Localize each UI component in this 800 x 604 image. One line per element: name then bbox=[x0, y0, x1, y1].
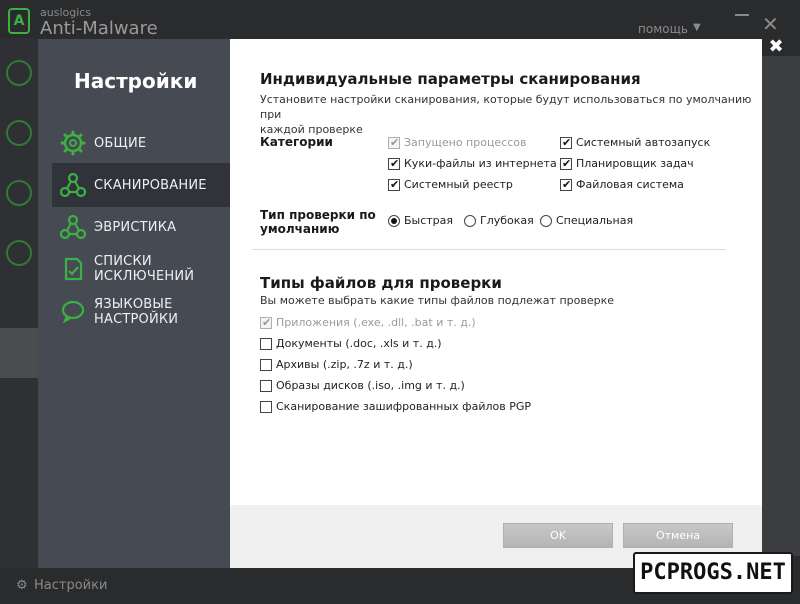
section-divider bbox=[252, 249, 726, 250]
sidebar-item-heuristics[interactable]: ЭВРИСТИКА bbox=[52, 205, 230, 249]
brand-name-text: Anti-Malware bbox=[40, 18, 158, 39]
checkbox-label: Архивы (.zip, .7z и т. д.) bbox=[276, 358, 413, 371]
checkbox-box[interactable] bbox=[388, 177, 400, 193]
checkbox-box[interactable] bbox=[260, 401, 272, 413]
nav-icon[interactable] bbox=[6, 240, 32, 266]
ok-button[interactable]: OK bbox=[503, 523, 613, 548]
checkbox-box bbox=[388, 135, 400, 151]
checkbox-box[interactable] bbox=[560, 156, 572, 172]
checkbox-box bbox=[260, 315, 272, 331]
nav-icon[interactable] bbox=[6, 180, 32, 206]
checkbox-box[interactable] bbox=[560, 135, 572, 151]
radio-label: Специальная bbox=[556, 214, 634, 227]
footer-settings-link[interactable]: Настройки bbox=[34, 578, 107, 593]
cancel-button[interactable]: Отмена bbox=[623, 523, 733, 548]
radio-dot[interactable] bbox=[388, 215, 400, 227]
settings-content: Индивидуальные параметры сканирования Ус… bbox=[230, 39, 762, 505]
settings-title: Настройки bbox=[74, 69, 198, 93]
checkbox-label: Сканирование зашифрованных файлов PGP bbox=[276, 400, 531, 413]
gear-icon bbox=[60, 130, 86, 156]
checkbox-box[interactable] bbox=[388, 156, 400, 172]
settings-sidebar: Настройки ОБЩИЕ СКАНИРОВАНИЕ ЭВРИСТИКА С… bbox=[38, 39, 230, 568]
sidebar-item-label-line1: ЯЗЫКОВЫЕ bbox=[94, 297, 173, 312]
sidebar-item-label: ЭВРИСТИКА bbox=[94, 220, 177, 235]
radio-label: Быстрая bbox=[404, 214, 454, 227]
scan-type-label-line1: Тип проверки по bbox=[260, 208, 376, 222]
nav-icon[interactable] bbox=[6, 120, 32, 146]
dialog-close-icon[interactable]: ✖ bbox=[766, 37, 786, 57]
checkbox-label: Куки-файлы из интернета bbox=[404, 157, 557, 170]
sidebar-item-label: СКАНИРОВАНИЕ bbox=[94, 178, 207, 193]
checkbox-label: Системный автозапуск bbox=[576, 136, 711, 149]
help-menu[interactable]: помощь bbox=[638, 22, 688, 36]
nav-highlight bbox=[0, 328, 38, 378]
categories-label: Категории bbox=[260, 135, 333, 149]
sidebar-item-label: ОБЩИЕ bbox=[94, 136, 147, 151]
file-types-title: Типы файлов для проверки bbox=[260, 274, 502, 292]
checkbox-box[interactable] bbox=[260, 359, 272, 371]
nav-icon[interactable] bbox=[6, 60, 32, 86]
sidebar-item-scanning[interactable]: СКАНИРОВАНИЕ bbox=[52, 163, 230, 207]
settings-dialog: Настройки ОБЩИЕ СКАНИРОВАНИЕ ЭВРИСТИКА С… bbox=[38, 39, 762, 568]
scan-type-label: Тип проверки по умолчанию bbox=[260, 208, 376, 236]
sidebar-item-label: ЯЗЫКОВЫЕ НАСТРОЙКИ bbox=[94, 297, 178, 327]
chevron-down-icon[interactable]: ▼ bbox=[693, 22, 701, 33]
sidebar-item-language[interactable]: ЯЗЫКОВЫЕ НАСТРОЙКИ bbox=[52, 291, 230, 335]
sidebar-item-general[interactable]: ОБЩИЕ bbox=[52, 121, 230, 165]
network-nodes-icon bbox=[60, 214, 86, 240]
checkbox-label: Планировщик задач bbox=[576, 157, 694, 170]
scan-params-description-line1: Установите настройки сканирования, котор… bbox=[260, 93, 752, 121]
file-types-description: Вы можете выбрать какие типы файлов подл… bbox=[260, 294, 615, 307]
checkbox-label: Файловая система bbox=[576, 178, 684, 191]
minimize-icon[interactable] bbox=[735, 14, 749, 16]
window-close-icon[interactable]: ✕ bbox=[762, 14, 779, 34]
radio-label: Глубокая bbox=[480, 214, 534, 227]
sidebar-item-label-line1: СПИСКИ bbox=[94, 254, 152, 269]
checkbox-label: Системный реестр bbox=[404, 178, 513, 191]
scan-params-title: Индивидуальные параметры сканирования bbox=[260, 70, 641, 88]
app-right-panel bbox=[762, 56, 800, 556]
network-nodes-icon bbox=[60, 172, 86, 198]
checkbox-box[interactable] bbox=[260, 338, 272, 350]
sidebar-item-label-line2: ИСКЛЮЧЕНИЙ bbox=[94, 269, 195, 284]
radio-dot[interactable] bbox=[464, 215, 476, 227]
sidebar-item-label: СПИСКИ ИСКЛЮЧЕНИЙ bbox=[94, 254, 194, 284]
sidebar-item-exclusions[interactable]: СПИСКИ ИСКЛЮЧЕНИЙ bbox=[52, 247, 230, 291]
document-check-icon bbox=[64, 257, 83, 281]
checkbox-box[interactable] bbox=[260, 380, 272, 392]
app-titlebar: A auslogics Anti-Malware помощь ▼ ✕ bbox=[0, 0, 800, 39]
sidebar-item-label-line2: НАСТРОЙКИ bbox=[94, 312, 179, 327]
radio-dot[interactable] bbox=[540, 215, 552, 227]
app-left-nav bbox=[0, 38, 38, 568]
app-logo-icon: A bbox=[8, 8, 30, 34]
checkbox-label: Приложения (.exe, .dll, .bat и т. д.) bbox=[276, 316, 476, 329]
checkbox-label: Запущено процессов bbox=[404, 136, 527, 149]
gear-icon[interactable]: ⚙ bbox=[16, 578, 28, 593]
scan-params-description: Установите настройки сканирования, котор… bbox=[260, 92, 762, 137]
checkbox-label: Образы дисков (.iso, .img и т. д.) bbox=[276, 379, 465, 392]
watermark-text: PCPROGS.NET bbox=[633, 552, 793, 594]
speech-bubble-icon bbox=[61, 300, 85, 324]
checkbox-box[interactable] bbox=[560, 177, 572, 193]
checkbox-label: Документы (.doc, .xls и т. д.) bbox=[276, 337, 442, 350]
scan-type-label-line2: умолчанию bbox=[260, 222, 340, 236]
